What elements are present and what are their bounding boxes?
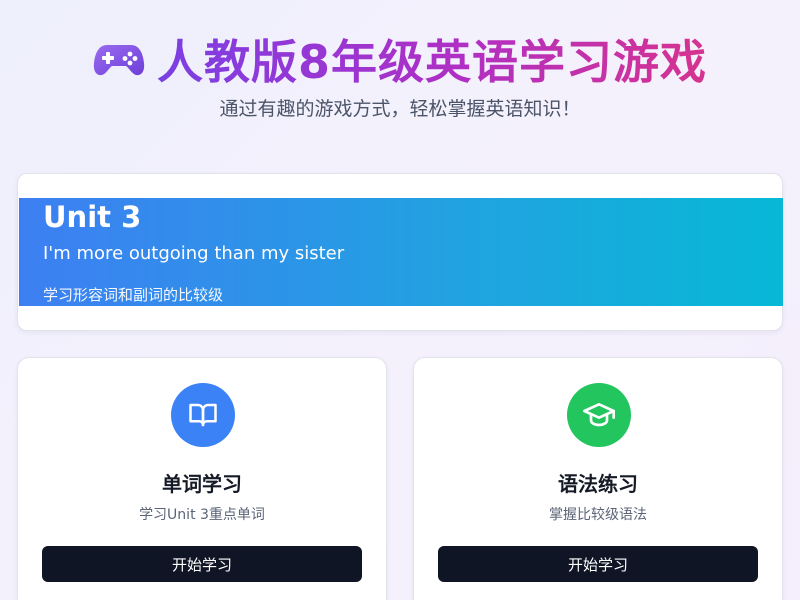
- grammar-card: 语法练习 掌握比较级语法 开始学习: [413, 357, 783, 600]
- graduation-cap-icon: [567, 383, 631, 447]
- book-icon: [171, 383, 235, 447]
- grammar-description: 掌握比较级语法: [549, 507, 647, 523]
- grammar-title: 语法练习: [558, 472, 638, 496]
- unit-title: Unit 3: [43, 200, 142, 234]
- vocabulary-description: 学习Unit 3重点单词: [139, 507, 265, 523]
- unit-card[interactable]: Unit 3 I'm more outgoing than my sister …: [17, 173, 783, 331]
- page-subtitle: 通过有趣的游戏方式，轻松掌握英语知识！: [219, 98, 581, 120]
- unit-description: 学习形容词和副词的比较级: [43, 286, 224, 304]
- page-title: 人教版8年级英语学习游戏: [157, 26, 707, 92]
- vocabulary-card: 单词学习 学习Unit 3重点单词 开始学习: [17, 357, 387, 600]
- page-header: 人教版8年级英语学习游戏 通过有趣的游戏方式，轻松掌握英语知识！: [0, 28, 800, 121]
- unit-banner: Unit 3 I'm more outgoing than my sister …: [19, 198, 783, 306]
- vocabulary-title: 单词学习: [162, 472, 242, 496]
- unit-subtitle: I'm more outgoing than my sister: [43, 243, 345, 264]
- start-vocabulary-button[interactable]: 开始学习: [42, 546, 362, 582]
- title-row: 人教版8年级英语学习游戏: [0, 28, 800, 90]
- start-grammar-button[interactable]: 开始学习: [438, 546, 758, 582]
- gamepad-icon: [93, 45, 145, 76]
